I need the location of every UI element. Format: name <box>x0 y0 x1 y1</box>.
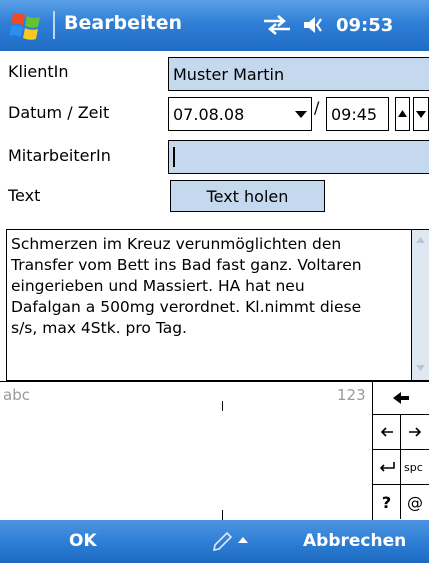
windows-start-icon[interactable] <box>9 11 42 41</box>
klient-value: Muster Martin <box>173 64 285 84</box>
ok-softkey[interactable]: OK <box>69 531 97 551</box>
backspace-icon[interactable] <box>373 381 429 415</box>
pen-input-icon[interactable] <box>212 530 252 557</box>
datum-label: Datum / Zeit <box>8 103 110 122</box>
divider-tick-bottom <box>222 510 223 520</box>
keypad-column: spc ? @ <box>372 381 429 520</box>
enter-icon[interactable] <box>373 450 401 485</box>
text-cursor <box>173 147 175 167</box>
klient-label: KlientIn <box>8 62 69 81</box>
divider-tick-top <box>222 401 223 411</box>
softkey-bar: OK Abbrechen <box>0 520 429 563</box>
window-title: Bearbeiten <box>64 12 183 34</box>
connectivity-icon[interactable] <box>262 15 292 35</box>
notes-text: Schmerzen im Kreuz verunmöglichten den T… <box>11 235 362 337</box>
notes-textarea[interactable]: Schmerzen im Kreuz verunmöglichten den T… <box>6 229 412 381</box>
klient-field[interactable]: Muster Martin <box>168 57 429 91</box>
date-picker[interactable]: 07.08.08 <box>168 97 312 131</box>
status-area[interactable]: 09:53 <box>262 12 393 38</box>
scroll-up-icon[interactable] <box>415 236 426 244</box>
text-label: Text <box>8 186 41 205</box>
title-separator <box>53 11 55 39</box>
notes-scrollbar[interactable] <box>412 229 429 381</box>
space-key[interactable]: spc <box>401 450 429 485</box>
date-value: 07.08.08 <box>173 104 245 124</box>
speaker-icon[interactable] <box>302 14 326 36</box>
input-mode-abc[interactable]: abc <box>3 386 30 404</box>
input-mode-123[interactable]: 123 <box>337 386 366 404</box>
time-field[interactable]: 09:45 <box>326 97 389 131</box>
time-value: 09:45 <box>331 104 378 124</box>
mitarbeiter-label: MitarbeiterIn <box>8 146 111 165</box>
spin-up-icon[interactable] <box>395 97 410 131</box>
scroll-down-icon[interactable] <box>415 364 426 372</box>
mitarbeiter-field[interactable] <box>168 140 429 174</box>
abbrechen-softkey[interactable]: Abbrechen <box>303 531 406 551</box>
spin-down-icon[interactable] <box>413 97 429 131</box>
arrow-right-icon[interactable] <box>401 415 429 450</box>
text-holen-button[interactable]: Text holen <box>170 180 325 212</box>
arrow-left-icon[interactable] <box>373 415 401 450</box>
clock[interactable]: 09:53 <box>336 15 393 36</box>
help-key[interactable]: ? <box>373 485 401 519</box>
date-time-separator: / <box>314 98 320 117</box>
dropdown-arrow-icon[interactable] <box>295 111 307 118</box>
title-bar: Bearbeiten 09:53 <box>0 0 429 51</box>
at-key[interactable]: @ <box>401 485 429 519</box>
